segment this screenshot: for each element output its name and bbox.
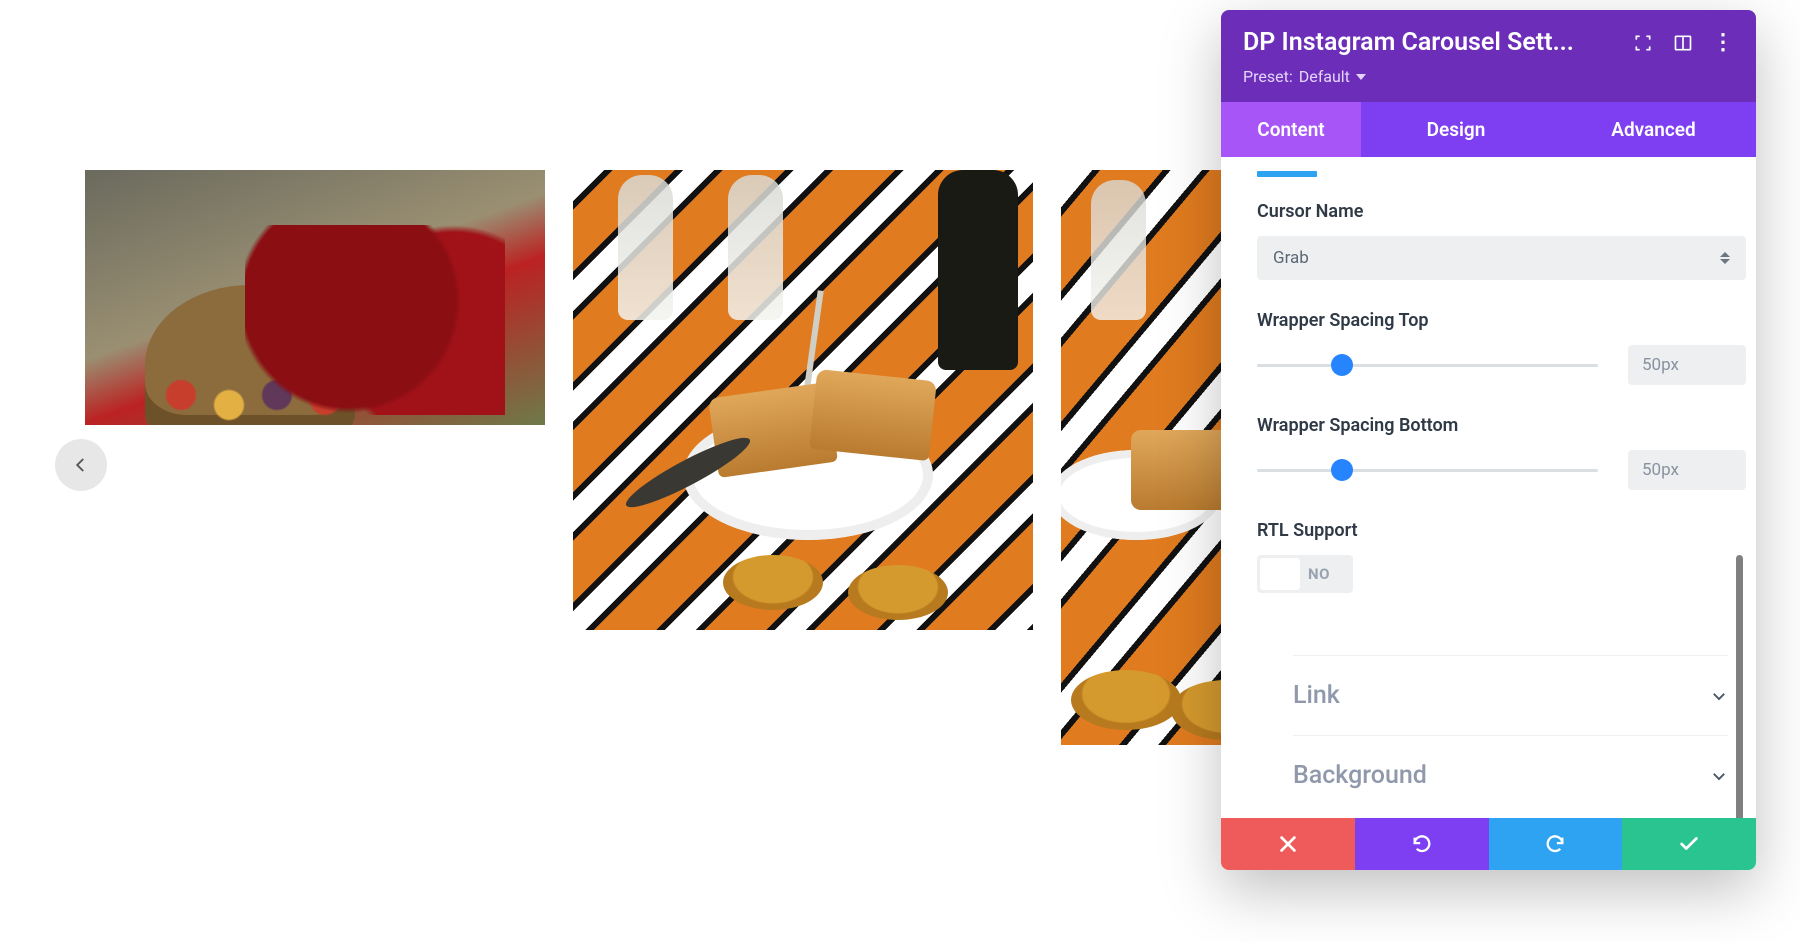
carousel-image-2[interactable]: [573, 170, 1033, 630]
panel-footer: [1221, 818, 1756, 870]
wrapper-bottom-slider[interactable]: [1257, 469, 1598, 472]
preset-selector[interactable]: Preset: Default: [1243, 67, 1734, 86]
wrapper-bottom-label: Wrapper Spacing Bottom: [1257, 415, 1746, 436]
save-button[interactable]: [1622, 818, 1756, 870]
panel-header: DP Instagram Carousel Sett... ⋮ Preset: …: [1221, 10, 1756, 102]
accordion-link-title: Link: [1293, 681, 1340, 710]
expand-button[interactable]: [1632, 32, 1654, 54]
scrollbar[interactable]: [1736, 555, 1743, 818]
wrapper-top-slider[interactable]: [1257, 364, 1598, 367]
chevron-down-icon: [1710, 767, 1728, 785]
tab-design[interactable]: Design: [1361, 102, 1551, 157]
wrapper-top-input[interactable]: 50px: [1628, 345, 1746, 385]
columns-icon: [1673, 33, 1693, 53]
accordion-background-title: Background: [1293, 761, 1427, 790]
expand-icon: [1633, 33, 1653, 53]
rtl-toggle-state: NO: [1308, 565, 1330, 583]
more-vertical-icon: ⋮: [1712, 30, 1734, 55]
carousel[interactable]: [85, 170, 1246, 745]
redo-icon: [1544, 833, 1566, 855]
toggle-knob-icon: [1260, 558, 1300, 590]
undo-button[interactable]: [1355, 818, 1489, 870]
carousel-image-1[interactable]: [85, 170, 545, 425]
cursor-name-label: Cursor Name: [1257, 201, 1746, 222]
redo-button[interactable]: [1489, 818, 1623, 870]
wrapper-bottom-input[interactable]: 50px: [1628, 450, 1746, 490]
undo-icon: [1411, 833, 1433, 855]
cursor-name-value: Grab: [1273, 248, 1309, 268]
panel-tabs: Content Design Advanced: [1221, 102, 1756, 157]
preset-value: Default: [1299, 67, 1350, 86]
carousel-prev-button[interactable]: [55, 439, 107, 491]
field-rtl-support: RTL Support NO: [1257, 520, 1746, 593]
field-wrapper-spacing-top: Wrapper Spacing Top 50px: [1257, 310, 1746, 385]
settings-panel: DP Instagram Carousel Sett... ⋮ Preset: …: [1221, 10, 1756, 870]
panel-body: Cursor Name Grab Wrapper Spacing Top 50p…: [1221, 157, 1756, 818]
rtl-label: RTL Support: [1257, 520, 1746, 541]
chevron-left-icon: [72, 456, 90, 474]
accordion-background[interactable]: Background: [1293, 735, 1728, 815]
tab-advanced[interactable]: Advanced: [1551, 102, 1756, 157]
chevron-down-icon: [1710, 687, 1728, 705]
preview-canvas: [0, 0, 1200, 942]
section-indicator: [1257, 171, 1317, 177]
more-menu-button[interactable]: ⋮: [1712, 30, 1734, 55]
wrapper-top-label: Wrapper Spacing Top: [1257, 310, 1746, 331]
cancel-button[interactable]: [1221, 818, 1355, 870]
rtl-toggle[interactable]: NO: [1257, 555, 1353, 593]
carousel-image-3[interactable]: [1061, 170, 1246, 745]
slider-thumb-icon: [1331, 354, 1353, 376]
panel-title: DP Instagram Carousel Sett...: [1243, 28, 1614, 57]
close-icon: [1277, 833, 1299, 855]
slider-thumb-icon: [1331, 459, 1353, 481]
select-chevron-icon: [1720, 252, 1732, 264]
accordion-link[interactable]: Link: [1293, 655, 1728, 735]
responsive-button[interactable]: [1672, 32, 1694, 54]
tab-content[interactable]: Content: [1221, 102, 1361, 157]
check-icon: [1678, 833, 1700, 855]
field-wrapper-spacing-bottom: Wrapper Spacing Bottom 50px: [1257, 415, 1746, 490]
chevron-down-icon: [1356, 74, 1366, 80]
cursor-name-select[interactable]: Grab: [1257, 236, 1746, 280]
preset-prefix: Preset:: [1243, 67, 1293, 86]
field-cursor-name: Cursor Name Grab: [1257, 201, 1746, 280]
